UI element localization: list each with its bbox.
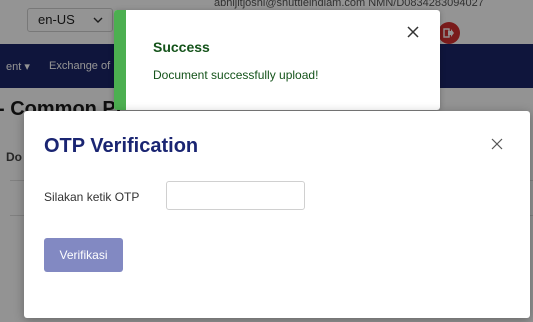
otp-input[interactable] [166, 181, 305, 210]
toast-title: Success [153, 39, 210, 55]
modal-close-icon[interactable] [491, 138, 503, 150]
toast-accent-bar [114, 10, 126, 110]
verify-button[interactable]: Verifikasi [44, 238, 123, 272]
modal-title: OTP Verification [44, 135, 199, 157]
otp-label: Silakan ketik OTP [44, 190, 140, 204]
success-toast: Success Document successfully upload! [114, 10, 440, 110]
toast-message: Document successfully upload! [153, 68, 319, 82]
otp-modal: OTP Verification Silakan ketik OTP Verif… [24, 111, 530, 318]
toast-close-icon[interactable] [406, 25, 420, 39]
